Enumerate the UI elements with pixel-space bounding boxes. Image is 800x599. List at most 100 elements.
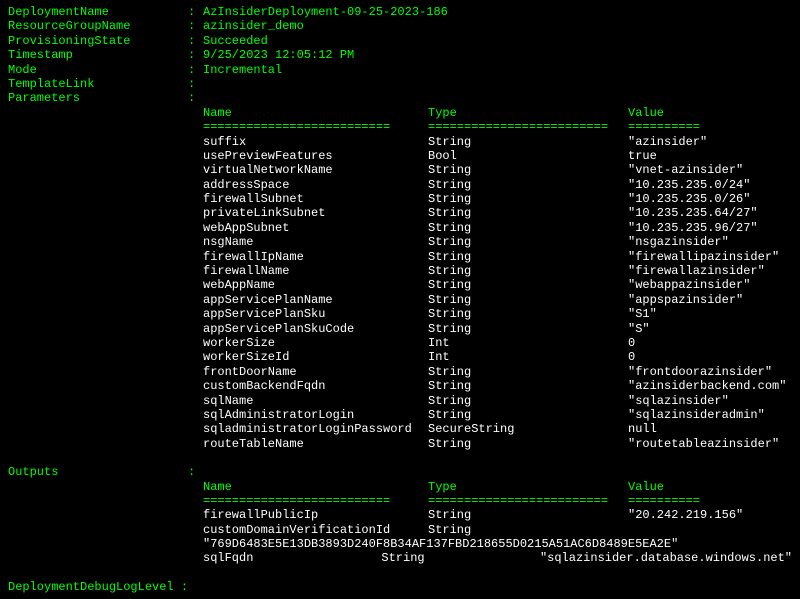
table-row: suffixString"azinsider"	[203, 135, 792, 149]
cell-name: virtualNetworkName	[203, 163, 428, 177]
timestamp-value: 9/25/2023 12:05:12 PM	[203, 48, 354, 62]
underline-name: ==========================	[203, 120, 428, 134]
cell-type: String	[428, 508, 628, 522]
outputs-header: Name Type Value	[203, 480, 792, 494]
cell-value: "azinsider"	[628, 135, 792, 149]
deployment-debug-row: DeploymentDebugLogLevel :	[8, 580, 792, 594]
cell-value	[628, 523, 792, 537]
cell-type: String	[428, 408, 628, 422]
cell-value: "10.235.235.0/24"	[628, 178, 792, 192]
cell-name: appServicePlanName	[203, 293, 428, 307]
resource-group-value: azinsider_demo	[203, 19, 304, 33]
cell-name: webAppSubnet	[203, 221, 428, 235]
table-row: addressSpaceString"10.235.235.0/24"	[203, 178, 792, 192]
cell-name: customBackendFqdn	[203, 379, 428, 393]
table-row: workerSizeIdInt0	[203, 350, 792, 364]
resource-group-row: ResourceGroupName : azinsider_demo	[8, 19, 792, 33]
table-row: sqlNameString"sqlazinsider"	[203, 394, 792, 408]
cell-type: String	[428, 264, 628, 278]
cell-type: String	[428, 206, 628, 220]
cell-type: String	[428, 523, 628, 537]
colon: :	[188, 19, 203, 33]
colon: :	[188, 465, 203, 479]
cell-name: firewallIpName	[203, 250, 428, 264]
cell-value: "vnet-azinsider"	[628, 163, 792, 177]
cell-value: null	[628, 422, 792, 436]
cell-type: String	[428, 192, 628, 206]
cell-type: String	[428, 293, 628, 307]
cell-type: Int	[428, 336, 628, 350]
deployment-name-value: AzInsiderDeployment-09-25-2023-186	[203, 5, 448, 19]
underline-type: =========================	[428, 120, 628, 134]
cell-name: sqlAdministratorLogin	[203, 408, 428, 422]
underline-value: ==========	[628, 120, 792, 134]
cell-name: usePreviewFeatures	[203, 149, 428, 163]
template-link-label: TemplateLink	[8, 77, 188, 91]
table-row: firewallPublicIpString"20.242.219.156"	[203, 508, 792, 522]
underline-value: ==========	[628, 494, 792, 508]
cell-type: String	[428, 437, 628, 451]
colon: :	[188, 5, 203, 19]
table-row: nsgNameString"nsgazinsider"	[203, 235, 792, 249]
cell-type: String	[428, 135, 628, 149]
cell-value: "sqlazinsider"	[628, 394, 792, 408]
cell-type: String	[428, 163, 628, 177]
cell-name: workerSize	[203, 336, 428, 350]
table-row: sqlFqdnString"sqlazinsider.database.wind…	[203, 551, 792, 565]
table-row: appServicePlanSkuCodeString"S"	[203, 322, 792, 336]
header-value: Value	[628, 480, 792, 494]
cell-name: firewallSubnet	[203, 192, 428, 206]
colon: :	[174, 580, 188, 594]
cell-name: webAppName	[203, 278, 428, 292]
provisioning-state-value: Succeeded	[203, 34, 268, 48]
table-row: webAppNameString"webappazinsider"	[203, 278, 792, 292]
header-name: Name	[203, 480, 428, 494]
underline-type: =========================	[428, 494, 628, 508]
table-row: firewallSubnetString"10.235.235.0/26"	[203, 192, 792, 206]
cell-name: workerSizeId	[203, 350, 428, 364]
cell-name: suffix	[203, 135, 428, 149]
cell-value: 0	[628, 336, 792, 350]
cell-name: customDomainVerificationId	[203, 523, 428, 537]
cell-name: firewallPublicIp	[203, 508, 428, 522]
cell-value: "sqlazinsideradmin"	[628, 408, 792, 422]
cell-type: String	[428, 379, 628, 393]
cell-type: String	[428, 307, 628, 321]
outputs-underline: ========================== =============…	[203, 494, 792, 508]
cell-name: firewallName	[203, 264, 428, 278]
cell-type: String	[428, 322, 628, 336]
table-row: usePreviewFeaturesBooltrue	[203, 149, 792, 163]
mode-label: Mode	[8, 63, 188, 77]
cell-value: true	[628, 149, 792, 163]
resource-group-label: ResourceGroupName	[8, 19, 188, 33]
cell-type: String	[428, 235, 628, 249]
parameters-table: Name Type Value ========================…	[203, 106, 792, 451]
mode-value: Incremental	[203, 63, 282, 77]
cell-type: String	[428, 278, 628, 292]
params-header: Name Type Value	[203, 106, 792, 120]
provisioning-state-label: ProvisioningState	[8, 34, 188, 48]
cell-name: routeTableName	[203, 437, 428, 451]
cell-name: addressSpace	[203, 178, 428, 192]
header-type: Type	[428, 106, 628, 120]
outputs-label: Outputs	[8, 465, 188, 479]
table-row: privateLinkSubnetString"10.235.235.64/27…	[203, 206, 792, 220]
cell-value: "webappazinsider"	[628, 278, 792, 292]
colon: :	[188, 77, 203, 91]
table-row: workerSizeInt0	[203, 336, 792, 350]
cell-value: 0	[628, 350, 792, 364]
timestamp-label: Timestamp	[8, 48, 188, 62]
table-row: customBackendFqdnString"azinsiderbackend…	[203, 379, 792, 393]
cell-value: "appspazinsider"	[628, 293, 792, 307]
table-row: customDomainVerificationIdString	[203, 523, 792, 537]
timestamp-row: Timestamp : 9/25/2023 12:05:12 PM	[8, 48, 792, 62]
table-row: routeTableNameString"routetableazinsider…	[203, 437, 792, 451]
table-row: webAppSubnetString"10.235.235.96/27"	[203, 221, 792, 235]
params-body: suffixString"azinsider"usePreviewFeature…	[203, 135, 792, 452]
cell-name: frontDoorName	[203, 365, 428, 379]
header-name: Name	[203, 106, 428, 120]
colon: :	[188, 48, 203, 62]
parameters-label: Parameters	[8, 91, 188, 105]
cell-type: String	[381, 551, 540, 565]
cell-type: String	[428, 178, 628, 192]
